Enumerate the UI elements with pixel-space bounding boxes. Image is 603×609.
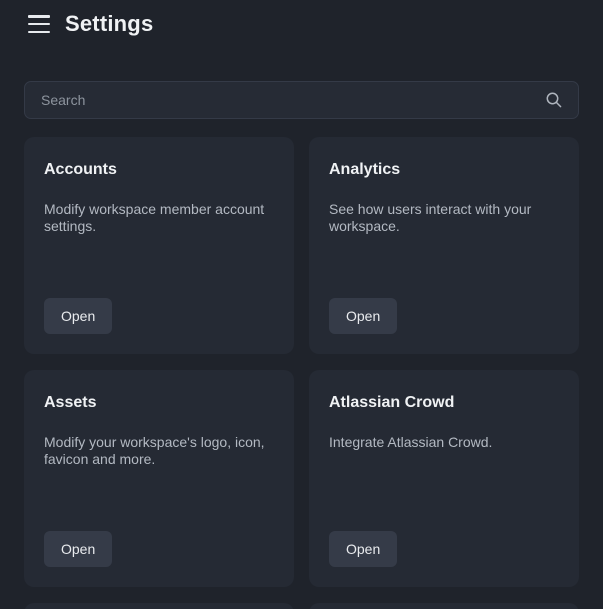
page-title: Settings bbox=[65, 11, 153, 37]
hamburger-bar bbox=[28, 31, 50, 34]
card-partial bbox=[309, 603, 579, 609]
card-assets: Assets Modify your workspace's logo, ico… bbox=[24, 370, 294, 587]
header: Settings bbox=[0, 0, 603, 48]
card-accounts: Accounts Modify workspace member account… bbox=[24, 137, 294, 354]
card-partial bbox=[24, 603, 294, 609]
search-icon[interactable] bbox=[545, 91, 563, 109]
card-description: See how users interact with your workspa… bbox=[329, 201, 559, 235]
card-atlassian-crowd: Atlassian Crowd Integrate Atlassian Crow… bbox=[309, 370, 579, 587]
search-input[interactable] bbox=[24, 81, 579, 119]
hamburger-menu-icon[interactable] bbox=[28, 15, 50, 33]
search-bar bbox=[24, 81, 579, 119]
hamburger-bar bbox=[28, 15, 50, 18]
open-assets-button[interactable]: Open bbox=[44, 531, 112, 567]
hamburger-bar bbox=[28, 23, 50, 26]
open-analytics-button[interactable]: Open bbox=[329, 298, 397, 334]
card-title: Analytics bbox=[329, 161, 559, 179]
settings-page: Settings Accounts Modify workspace membe… bbox=[0, 0, 603, 609]
card-title: Accounts bbox=[44, 161, 274, 179]
open-atlassian-crowd-button[interactable]: Open bbox=[329, 531, 397, 567]
card-title: Assets bbox=[44, 394, 274, 412]
card-description: Integrate Atlassian Crowd. bbox=[329, 434, 559, 451]
card-title: Atlassian Crowd bbox=[329, 394, 559, 412]
card-description: Modify workspace member account settings… bbox=[44, 201, 274, 235]
open-accounts-button[interactable]: Open bbox=[44, 298, 112, 334]
card-analytics: Analytics See how users interact with yo… bbox=[309, 137, 579, 354]
card-description: Modify your workspace's logo, icon, favi… bbox=[44, 434, 274, 468]
settings-card-grid: Accounts Modify workspace member account… bbox=[24, 137, 579, 609]
